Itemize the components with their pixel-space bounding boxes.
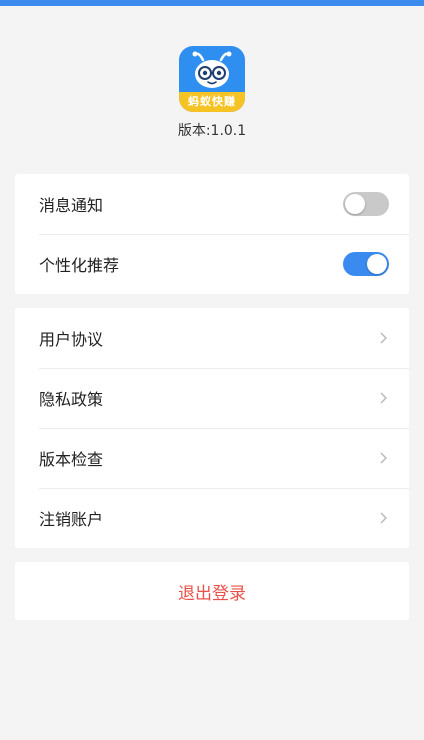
settings-toggle-group: 消息通知 个性化推荐 xyxy=(15,174,409,294)
chevron-right-icon xyxy=(380,332,387,344)
notification-row[interactable]: 消息通知 xyxy=(15,174,409,234)
privacy-policy-label: 隐私政策 xyxy=(39,390,104,409)
chevron-right-icon xyxy=(380,512,387,524)
links-group: 用户协议 隐私政策 版本检查 注销账户 xyxy=(15,308,409,548)
logout-button[interactable]: 退出登录 xyxy=(15,562,409,620)
privacy-policy-row[interactable]: 隐私政策 xyxy=(15,368,409,428)
notification-label: 消息通知 xyxy=(39,196,104,215)
version-check-label: 版本检查 xyxy=(39,450,104,469)
user-agreement-row[interactable]: 用户协议 xyxy=(15,308,409,368)
logo-banner-text: 蚂蚁快赚 xyxy=(179,92,245,112)
personalized-recommend-toggle[interactable] xyxy=(343,252,389,276)
personalized-recommend-label: 个性化推荐 xyxy=(39,256,120,275)
app-info-header: 蚂蚁快赚 版本:1.0.1 xyxy=(0,6,424,174)
chevron-right-icon xyxy=(380,392,387,404)
delete-account-row[interactable]: 注销账户 xyxy=(15,488,409,548)
personalized-recommend-row[interactable]: 个性化推荐 xyxy=(15,234,409,294)
toggle-knob xyxy=(367,254,387,274)
user-agreement-label: 用户协议 xyxy=(39,330,104,349)
toggle-knob xyxy=(345,194,365,214)
chevron-right-icon xyxy=(380,452,387,464)
delete-account-label: 注销账户 xyxy=(39,510,104,529)
version-check-row[interactable]: 版本检查 xyxy=(15,428,409,488)
version-label: 版本:1.0.1 xyxy=(177,123,247,139)
app-logo-icon: 蚂蚁快赚 xyxy=(179,46,245,112)
notification-toggle[interactable] xyxy=(343,192,389,216)
